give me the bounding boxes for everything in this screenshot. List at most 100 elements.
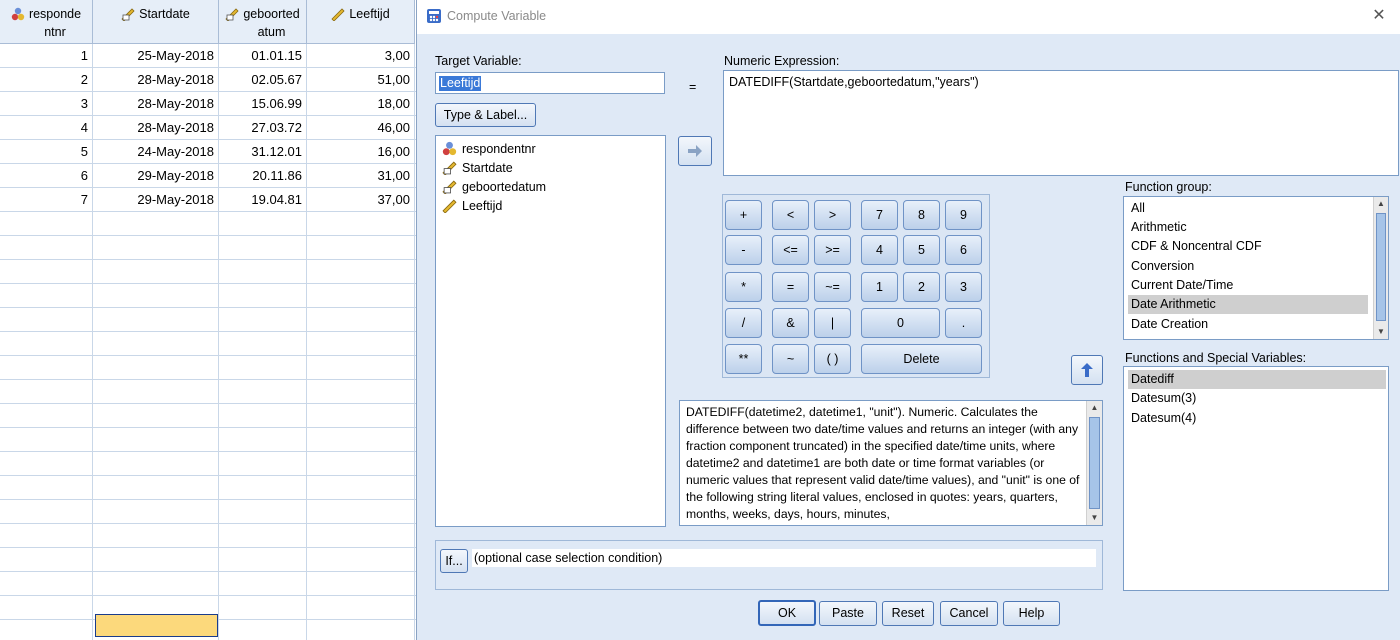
scroll-up-icon[interactable]: ▲ (1087, 401, 1102, 415)
table-cell[interactable] (93, 452, 219, 476)
table-cell[interactable] (0, 404, 93, 428)
empty-row[interactable] (0, 284, 420, 308)
empty-row[interactable] (0, 332, 420, 356)
table-row[interactable]: 3 28-May-2018 15.06.99 18,00 (0, 92, 420, 116)
table-cell[interactable] (219, 356, 307, 380)
functions-list[interactable]: Datediff Datesum(3) Datesum(4) (1123, 366, 1389, 591)
list-item[interactable]: Datesum(4) (1128, 409, 1368, 428)
scroll-down-icon[interactable]: ▼ (1374, 325, 1388, 339)
active-cell[interactable] (95, 614, 218, 637)
empty-row[interactable] (0, 428, 420, 452)
key-5[interactable]: 5 (903, 235, 940, 265)
empty-row[interactable] (0, 476, 420, 500)
table-cell[interactable] (219, 476, 307, 500)
table-cell[interactable]: 51,00 (307, 68, 415, 92)
key-3[interactable]: 3 (945, 272, 982, 302)
table-cell[interactable]: 7 (0, 188, 93, 212)
key-multiply[interactable]: * (725, 272, 762, 302)
table-cell[interactable] (0, 572, 93, 596)
key-less-equal[interactable]: <= (772, 235, 809, 265)
table-cell[interactable] (93, 236, 219, 260)
table-cell[interactable] (93, 356, 219, 380)
empty-row[interactable] (0, 356, 420, 380)
key-less-than[interactable]: < (772, 200, 809, 230)
table-cell[interactable] (307, 476, 415, 500)
table-cell[interactable] (219, 260, 307, 284)
list-item-selected[interactable]: Date Arithmetic (1128, 295, 1368, 314)
table-cell[interactable]: 16,00 (307, 140, 415, 164)
table-cell[interactable]: 15.06.99 (219, 92, 307, 116)
paste-button[interactable]: Paste (819, 601, 877, 626)
table-cell[interactable] (219, 596, 307, 620)
table-cell[interactable]: 02.05.67 (219, 68, 307, 92)
if-button[interactable]: If... (440, 549, 468, 573)
table-cell[interactable] (0, 380, 93, 404)
move-up-button[interactable] (1071, 355, 1103, 385)
table-cell[interactable] (93, 332, 219, 356)
table-cell[interactable]: 19.04.81 (219, 188, 307, 212)
key-parentheses[interactable]: ( ) (814, 344, 851, 374)
table-cell[interactable] (93, 212, 219, 236)
function-group-scrollbar[interactable]: ▲ ▼ (1373, 197, 1388, 339)
table-cell[interactable]: 5 (0, 140, 93, 164)
table-cell[interactable] (219, 428, 307, 452)
table-cell[interactable] (307, 308, 415, 332)
table-cell[interactable] (307, 572, 415, 596)
table-cell[interactable] (219, 308, 307, 332)
table-cell[interactable] (307, 428, 415, 452)
key-9[interactable]: 9 (945, 200, 982, 230)
table-cell[interactable] (93, 260, 219, 284)
table-cell[interactable] (0, 260, 93, 284)
empty-row[interactable] (0, 500, 420, 524)
empty-row[interactable] (0, 572, 420, 596)
empty-row[interactable] (0, 260, 420, 284)
key-7[interactable]: 7 (861, 200, 898, 230)
table-cell[interactable] (219, 620, 307, 640)
key-0[interactable]: 0 (861, 308, 940, 338)
table-cell[interactable] (307, 452, 415, 476)
table-cell[interactable] (0, 452, 93, 476)
table-cell[interactable] (307, 524, 415, 548)
table-row[interactable]: 1 25-May-2018 01.01.15 3,00 (0, 44, 420, 68)
table-cell[interactable]: 3 (0, 92, 93, 116)
key-greater-than[interactable]: > (814, 200, 851, 230)
key-equal[interactable]: = (772, 272, 809, 302)
empty-row[interactable] (0, 524, 420, 548)
table-cell[interactable] (219, 524, 307, 548)
key-or[interactable]: | (814, 308, 851, 338)
table-cell[interactable] (0, 524, 93, 548)
table-row[interactable]: 4 28-May-2018 27.03.72 46,00 (0, 116, 420, 140)
table-cell[interactable] (219, 404, 307, 428)
table-cell[interactable] (219, 572, 307, 596)
move-to-expression-button[interactable] (678, 136, 712, 166)
table-cell[interactable] (307, 356, 415, 380)
table-cell[interactable] (0, 548, 93, 572)
table-cell[interactable] (0, 356, 93, 380)
table-cell[interactable] (93, 572, 219, 596)
table-cell[interactable]: 2 (0, 68, 93, 92)
list-item[interactable]: Current Date/Time (1128, 276, 1368, 295)
table-cell[interactable] (219, 284, 307, 308)
table-row[interactable]: 6 29-May-2018 20.11.86 31,00 (0, 164, 420, 188)
empty-row[interactable] (0, 548, 420, 572)
table-cell[interactable] (0, 332, 93, 356)
table-cell[interactable] (93, 548, 219, 572)
help-button[interactable]: Help (1003, 601, 1060, 626)
table-cell[interactable] (307, 212, 415, 236)
table-cell[interactable]: 01.01.15 (219, 44, 307, 68)
key-4[interactable]: 4 (861, 235, 898, 265)
table-cell[interactable]: 31.12.01 (219, 140, 307, 164)
empty-row[interactable] (0, 452, 420, 476)
list-item[interactable]: Leeftijd (442, 196, 502, 215)
key-2[interactable]: 2 (903, 272, 940, 302)
empty-row[interactable] (0, 212, 420, 236)
table-cell[interactable] (219, 380, 307, 404)
table-cell[interactable] (307, 260, 415, 284)
table-cell[interactable] (0, 500, 93, 524)
column-header-leeftijd[interactable]: Leeftijd (307, 0, 415, 44)
variable-list[interactable]: respondentnr Startdate geboortedatum Lee… (435, 135, 666, 527)
numeric-expression-input[interactable]: DATEDIFF(Startdate,geboortedatum,"years"… (723, 70, 1399, 176)
function-group-list[interactable]: All Arithmetic CDF & Noncentral CDF Conv… (1123, 196, 1389, 340)
scroll-down-icon[interactable]: ▼ (1087, 511, 1102, 525)
column-header-startdate[interactable]: Startdate (93, 0, 219, 44)
